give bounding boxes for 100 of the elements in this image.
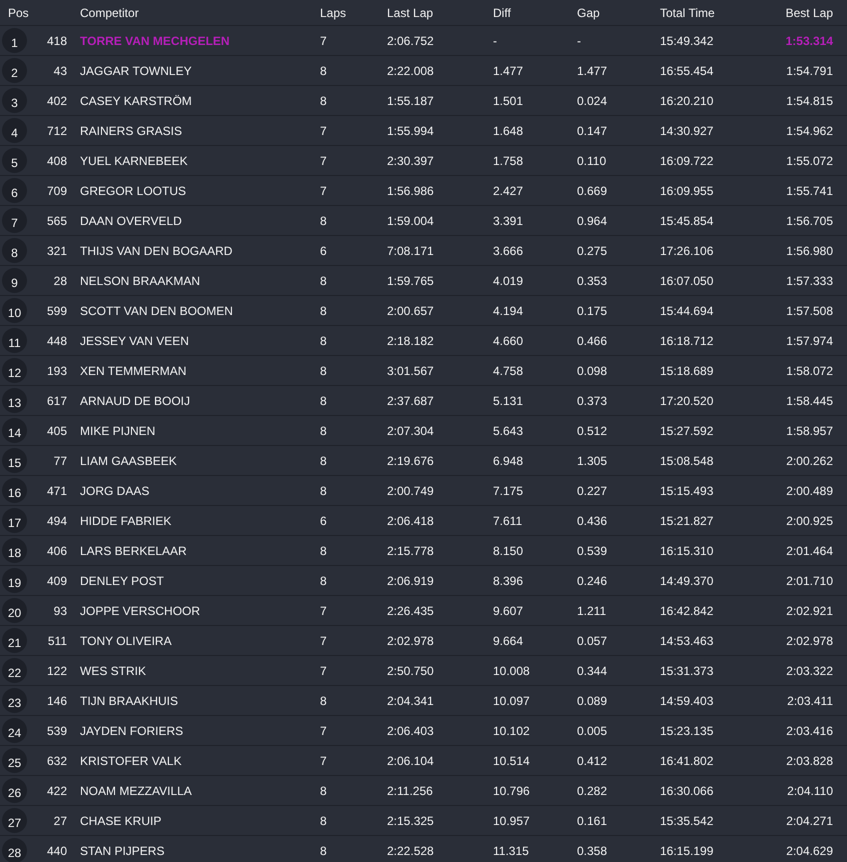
position-badge: 3 (2, 88, 27, 113)
position-badge: 28 (2, 838, 27, 862)
table-cell-text: 15:23.135 (660, 724, 714, 738)
table-cell-text: 7 (320, 604, 328, 618)
table-cell-text: 4.660 (493, 334, 524, 348)
table-cell-text: 2:30.397 (387, 154, 435, 168)
table-cell-text: 0.246 (577, 574, 608, 588)
column-header: Competitor (79, 6, 139, 20)
table-cell-text: 0.436 (577, 514, 608, 528)
table-cell-text: 8.150 (493, 544, 524, 558)
table-cell: 1:58.072 (786, 364, 833, 378)
table-cell-text: 16:09.955 (660, 184, 714, 198)
table-cell: 408 (46, 154, 67, 168)
table-cell-text: 0.539 (577, 544, 608, 558)
table-cell-text: 5.131 (493, 394, 524, 408)
table-cell-text: 10.957 (493, 814, 531, 828)
table-cell-text: 3.666 (493, 244, 524, 258)
position-badge: 26 (2, 778, 27, 803)
table-cell-text: 15:21.827 (660, 514, 714, 528)
competitor-name: ARNAUD DE BOOIJ (79, 394, 190, 408)
table-cell-text: 17:20.520 (660, 394, 714, 408)
table-cell-text: 8 (320, 544, 328, 558)
competitor-name: TORRE VAN MECHGELEN (79, 34, 230, 48)
table-cell: 2:03.416 (786, 724, 833, 738)
table-cell-text: 7 (320, 184, 328, 198)
table-cell: 2:01.710 (786, 574, 833, 588)
table-cell-text: 16:07.050 (660, 274, 714, 288)
table-cell: 418 (46, 34, 67, 48)
competitor-name: JOPPE VERSCHOOR (79, 604, 200, 618)
table-cell: 2:03.322 (786, 664, 833, 678)
table-cell-text: 7 (320, 34, 328, 48)
table-cell: 2:03.411 (787, 694, 833, 708)
table-cell-text: 0.373 (577, 394, 608, 408)
table-cell-text: 10.514 (493, 754, 531, 768)
column-header: Laps (320, 6, 348, 20)
table-cell: 409 (46, 574, 67, 588)
table-cell-text: 16:30.066 (660, 784, 714, 798)
competitor-name: YUEL KARNEBEEK (79, 154, 188, 168)
table-cell: 43 (54, 64, 67, 78)
table-cell-text: 7:08.171 (387, 244, 435, 258)
table-cell-text: 0.098 (577, 364, 608, 378)
table-cell-text: 6.948 (493, 454, 524, 468)
table-cell-text: 1.477 (493, 64, 524, 78)
table-cell-text: 16:15.310 (660, 544, 714, 558)
table-cell-text: 1:59.765 (387, 274, 435, 288)
column-header: Total Time (660, 6, 716, 20)
table-cell-text: 1.648 (493, 124, 524, 138)
table-cell-text: 7 (320, 664, 328, 678)
table-cell: 77 (54, 454, 67, 468)
table-cell-text: 14:30.927 (660, 124, 714, 138)
table-cell-text: 15:08.548 (660, 454, 714, 468)
column-header: Best Lap (786, 6, 833, 20)
column-header: Diff (493, 6, 512, 20)
position-badge: 13 (2, 388, 27, 413)
table-cell-text: 1.211 (577, 604, 608, 618)
competitor-name: LARS BERKELAAR (79, 544, 187, 558)
competitor-name: JORG DAAS (79, 484, 150, 498)
table-cell-text: 0.282 (577, 784, 608, 798)
table-cell: 2:04.629 (786, 844, 833, 858)
table-cell-text: 0.275 (577, 244, 608, 258)
table-cell: 2:01.464 (786, 544, 833, 558)
table-cell-text: 9.607 (493, 604, 524, 618)
table-cell-text: 8 (320, 64, 328, 78)
competitor-name: XEN TEMMERMAN (79, 364, 186, 378)
table-cell-text: 10.102 (493, 724, 531, 738)
position-badge: 14 (2, 418, 27, 443)
table-cell-text: 1:56.986 (387, 184, 435, 198)
table-cell-text: 0.110 (577, 154, 608, 168)
table-cell-text: 8 (320, 814, 328, 828)
table-cell-text: 16:15.199 (660, 844, 714, 858)
table-cell: 122 (46, 664, 67, 678)
table-cell: 1:54.962 (786, 124, 833, 138)
competitor-name: THIJS VAN DEN BOGAARD (79, 244, 232, 258)
position-badge: 15 (2, 448, 27, 473)
competitor-name: DENLEY POST (79, 574, 164, 588)
table-cell-text: 0.964 (577, 214, 608, 228)
table-cell-text: 2:00.657 (387, 304, 435, 318)
table-cell-text: 8 (320, 364, 328, 378)
table-cell: 2:00.925 (786, 514, 833, 528)
table-cell-text: 16:55.454 (660, 64, 714, 78)
table-cell-text: 8 (320, 424, 328, 438)
table-cell-text: 0.344 (577, 664, 608, 678)
position-badge: 21 (2, 628, 27, 653)
position-badge: 1 (2, 28, 27, 53)
table-cell-text: 1.758 (493, 154, 524, 168)
competitor-name: JAGGAR TOWNLEY (79, 64, 192, 78)
table-cell: 565 (46, 214, 67, 228)
competitor-name: WES STRIK (79, 664, 146, 678)
table-cell-text: 0.161 (577, 814, 608, 828)
competitor-name: CASEY KARSTRÖM (79, 94, 192, 108)
column-header: Gap (577, 6, 601, 20)
table-cell-text: 1:55.187 (387, 94, 435, 108)
table-cell-text: 2:22.008 (387, 64, 435, 78)
table-cell-text: 2:15.325 (387, 814, 435, 828)
table-cell: 2:00.262 (786, 454, 833, 468)
table-cell: 1:57.508 (786, 304, 833, 318)
column-header: Last Lap (387, 6, 434, 20)
position-badge: 20 (2, 598, 27, 623)
table-cell: 28 (54, 274, 67, 288)
table-cell-text: 15:35.542 (660, 814, 714, 828)
